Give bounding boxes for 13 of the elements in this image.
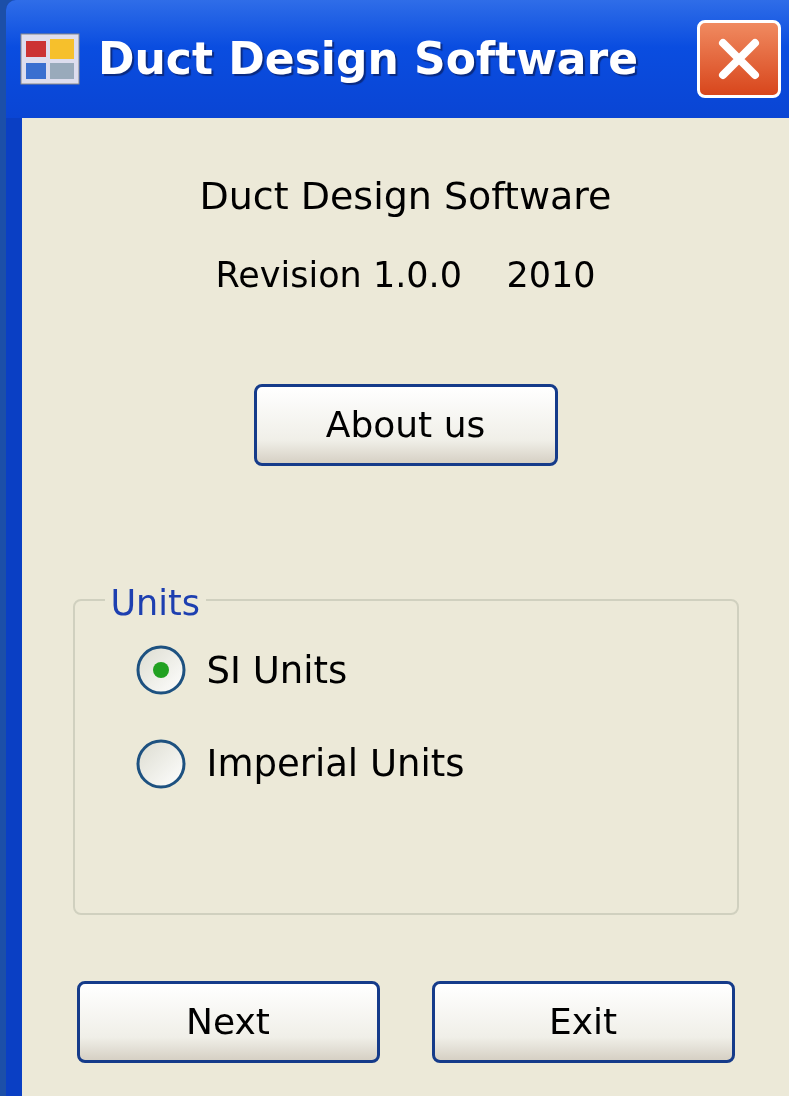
radio-option[interactable]: SI Units [134, 642, 737, 698]
radio-button[interactable] [134, 737, 187, 790]
radio-option[interactable]: Imperial Units [134, 736, 737, 792]
app-icon [20, 33, 80, 85]
revision-text: Revision 1.0.0 2010 [215, 254, 596, 297]
window-title: Duct Design Software [98, 32, 640, 86]
radio-button[interactable] [134, 644, 187, 697]
next-button[interactable]: Next [76, 980, 380, 1063]
close-button[interactable] [697, 20, 781, 98]
exit-button[interactable]: Exit [431, 980, 735, 1063]
app-heading: Duct Design Software [199, 173, 612, 220]
about-button[interactable]: About us [253, 383, 558, 466]
close-icon [717, 37, 761, 81]
